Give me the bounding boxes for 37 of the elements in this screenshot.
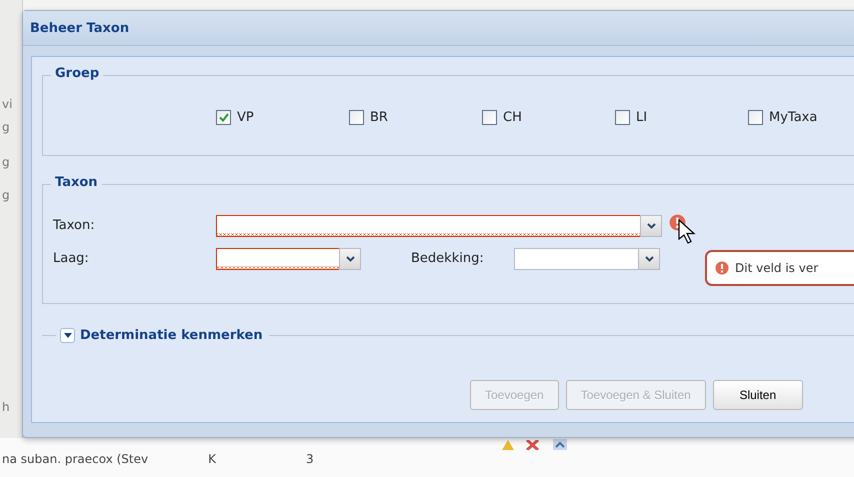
error-message: Dit veld is ver: [735, 261, 818, 275]
warning-icon: [502, 440, 514, 450]
checkbox[interactable]: [216, 110, 231, 125]
checkbox[interactable]: [748, 110, 763, 125]
background-text: g: [2, 120, 10, 134]
combo-box[interactable]: [216, 214, 662, 236]
dialog-button[interactable]: Sluiten: [712, 380, 803, 410]
checkbox[interactable]: [615, 110, 630, 125]
caret-icon: [346, 256, 354, 262]
combo-box[interactable]: [216, 248, 361, 270]
background-cell: 3: [306, 452, 314, 466]
background-cell: K: [208, 452, 216, 466]
caret-icon: [64, 333, 72, 338]
window-title: Beheer Taxon: [30, 20, 130, 36]
checkbox-option[interactable]: VP: [216, 110, 349, 125]
field-label: Laag:: [53, 251, 90, 266]
delete-icon: [526, 440, 539, 450]
background-cell: na suban. praecox (Stev: [2, 452, 148, 466]
error-icon: [715, 261, 729, 275]
checkbox-option[interactable]: MyTaxa: [748, 110, 854, 125]
background-text: vi: [2, 97, 12, 111]
background-text: g: [2, 155, 10, 169]
checkbox-option[interactable]: CH: [482, 110, 615, 125]
caret-icon: [646, 222, 656, 228]
mouse-cursor-icon: [678, 219, 696, 245]
field-label: Bedekking:: [411, 251, 485, 266]
background-text: h: [2, 400, 10, 414]
checkbox[interactable]: [482, 110, 497, 125]
expand-toggle[interactable]: [60, 328, 75, 343]
caret-icon: [644, 256, 654, 262]
checkbox-option[interactable]: BR: [349, 110, 482, 125]
section-title: Determinatie kenmerken: [80, 328, 263, 343]
checkbox-option[interactable]: LI: [615, 110, 748, 125]
fieldset-legend: Groep: [51, 66, 104, 81]
background-text: g: [2, 188, 10, 202]
field-label: Taxon:: [53, 218, 96, 233]
checkbox[interactable]: [349, 110, 364, 125]
